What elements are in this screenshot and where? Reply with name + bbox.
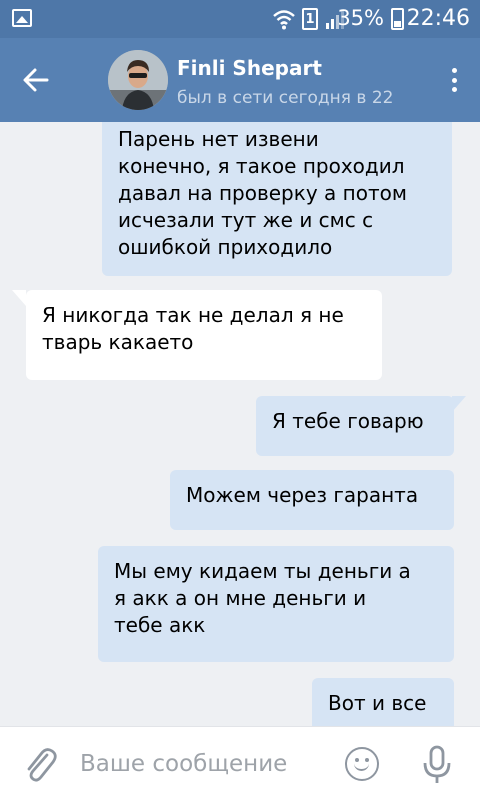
message-line: Я тебе говарю [272,409,424,433]
message-bubble-outgoing[interactable]: Вот и все [312,678,454,726]
attach-button[interactable] [20,743,60,787]
message-input[interactable] [80,745,340,783]
battery-percent: 35% [337,6,384,30]
message-line: Мы ему кидаем ты деньги а [114,559,411,583]
more-options-button[interactable] [442,64,466,96]
message-line: Парень нет извени [118,127,319,151]
menu-dot [451,87,457,92]
message-bubble-outgoing[interactable]: Можем через гаранта [170,470,454,530]
chat-header: Finli Shepart был в сети сегодня в 22 [0,38,480,122]
more-vertical-icon [451,68,457,73]
clock: 22:46 [406,6,470,31]
message-list[interactable]: Парень нет извени конечно, я такое прохо… [0,122,480,726]
status-bar: 1 35% 22:46 [0,0,480,38]
sim-indicator: 1 [302,8,318,30]
emoji-button[interactable] [345,747,379,781]
voice-message-button[interactable] [420,743,454,787]
battery-charging-icon [391,8,404,30]
wifi-icon [273,10,295,30]
paperclip-icon [27,748,57,782]
contact-name[interactable]: Finli Shepart [177,56,322,80]
bubble-tail [12,290,26,306]
message-line: я акк а он мне деньги и [114,586,367,610]
message-bubble-incoming[interactable]: Я никогда так не делал я не тварь какает… [26,290,382,380]
bubble-tail [452,396,466,412]
last-seen-status: был в сети сегодня в 22 [177,88,394,108]
avatar[interactable] [108,50,168,110]
message-composer [0,726,480,800]
message-bubble-outgoing[interactable]: Парень нет извени конечно, я такое прохо… [102,122,452,276]
message-line: тебе акк [114,613,206,637]
menu-dot [451,77,457,83]
message-line: Вот и все [328,691,427,715]
message-line: Я никогда так не делал я не [42,303,344,327]
microphone-icon [423,745,451,783]
message-line: давал на проверку а потом [118,181,407,205]
smile-icon [354,762,369,771]
message-bubble-outgoing[interactable]: Я тебе говарю [256,396,454,456]
message-line: ошибкой приходило [118,235,333,259]
image-icon [12,9,32,27]
avatar-photo [108,50,168,110]
message-line: тварь какаето [42,330,194,354]
message-line: Можем через гаранта [186,483,419,507]
message-line: конечно, я такое проходил [118,154,405,178]
message-bubble-outgoing[interactable]: Мы ему кидаем ты деньги а я акк а он мне… [98,546,454,662]
arrow-left-icon [23,68,49,92]
back-button[interactable] [12,56,60,104]
message-line: исчезали тут же и смс с [118,208,374,232]
